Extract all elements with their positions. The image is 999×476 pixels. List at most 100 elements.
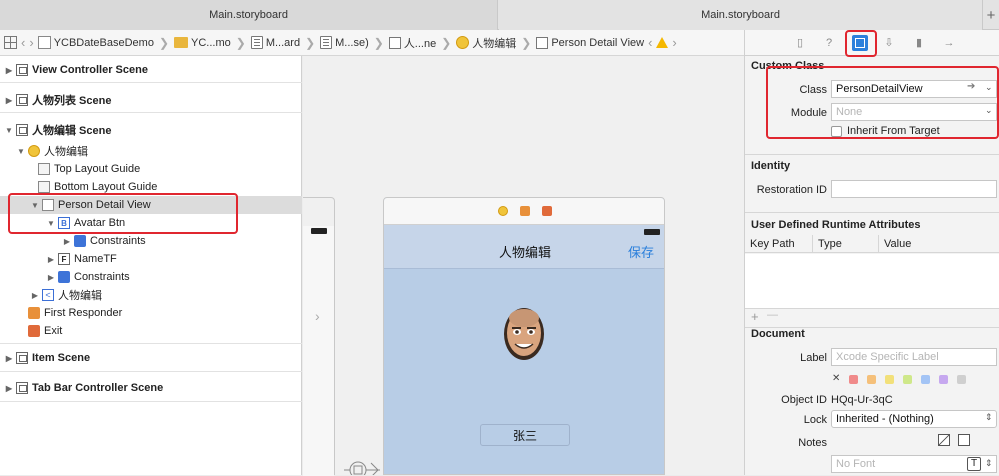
document-header: Document [751,328,805,340]
disclosure-triangle-icon[interactable]: ▶ [46,273,56,282]
scene-icon [16,352,28,364]
label-color-swatch[interactable] [921,375,930,384]
notes-font-placeholder: No Font [836,458,876,470]
outline-row-constraints[interactable]: ▶ Constraints [0,268,302,286]
disclosure-triangle-icon[interactable]: ▼ [4,126,14,135]
connections-inspector-icon[interactable]: → [942,36,956,50]
breadcrumb-person-detail-view[interactable]: Person Detail View [536,36,644,49]
name-text-field[interactable]: 张三 [480,424,570,446]
previous-scene-frame[interactable]: › [303,197,335,476]
disclosure-triangle-icon[interactable]: ▶ [4,354,14,363]
xcode-label-field[interactable]: Xcode Specific Label [831,348,997,366]
breadcrumb-separator: ❯ [373,35,384,50]
col-key-path[interactable]: Key Path [745,235,813,252]
related-items-grid-icon[interactable] [4,36,17,49]
outline-row-edit-scene[interactable]: ▼ 人物编辑 Scene [0,121,302,139]
outline-row-navigation-item[interactable]: ▶ < 人物编辑 [0,286,302,304]
add-attribute-button[interactable]: + [751,309,759,324]
col-type[interactable]: Type [813,235,879,252]
folder-icon [174,37,189,48]
forward-arrow-icon[interactable]: › [29,35,33,50]
outline-row-item-scene[interactable]: ▶ Item Scene [0,349,302,367]
view-controller-icon [456,36,470,49]
runtime-attributes-table[interactable] [745,254,999,309]
restoration-id-field[interactable] [831,180,997,198]
outline-row-label: First Responder [44,307,123,319]
issue-forward-arrow-icon[interactable]: › [672,35,676,50]
quick-help-icon[interactable]: ? [822,36,836,50]
layout-guide-icon [38,181,50,193]
breadcrumb-scene[interactable]: 人...ne [388,35,436,51]
label-color-swatch[interactable] [885,375,894,384]
issue-back-arrow-icon[interactable]: ‹ [648,35,652,50]
outline-row-edit-controller[interactable]: ▼ 人物编辑 [0,142,302,160]
breadcrumb-storyboard-base[interactable]: M...se) [320,36,369,49]
breadcrumb-view-controller[interactable]: 人物编辑 [456,35,516,51]
font-picker-icon[interactable]: T [967,457,981,471]
tab-main-storyboard-2[interactable]: Main.storyboard [499,0,983,30]
notes-color-icon[interactable] [938,434,950,446]
navigation-bar: 人物编辑 保存 [384,225,664,269]
outline-row-avatar-constraints[interactable]: ▶ Constraints [0,232,302,250]
breadcrumb-storyboard-label: M...ard [265,36,301,49]
layout-guide-icon [38,163,50,175]
segue-arrow-icon[interactable] [344,458,384,475]
jump-bar: ‹ › YCBDateBaseDemo ❯ YC...mo ❯ M...ard … [0,30,744,56]
outline-row-nametf[interactable]: ▶ F NameTF [0,250,302,268]
outline-row-top-layout-guide[interactable]: Top Layout Guide [0,160,302,178]
warning-icon[interactable] [656,37,669,48]
outline-row-view-controller-scene[interactable]: ▶ View Controller Scene [0,61,302,79]
breadcrumb-storyboard[interactable]: M...ard [250,36,301,49]
first-responder-icon[interactable] [520,206,530,216]
outline-row-label: NameTF [74,253,117,265]
person-edit-scene-frame[interactable]: 人物编辑 保存 张三 [383,197,665,475]
label-color-swatch[interactable] [957,375,966,384]
disclosure-triangle-icon[interactable]: ▶ [4,384,14,393]
attributes-inspector-icon[interactable]: ⇩ [882,36,896,50]
exit-icon [28,325,40,337]
view-controller-icon[interactable] [498,206,508,216]
outline-row-label: 人物编辑 Scene [32,125,112,137]
save-button[interactable]: 保存 [628,242,654,261]
disclosure-triangle-icon[interactable]: ▶ [4,96,14,105]
outline-row-tab-bar-scene[interactable]: ▶ Tab Bar Controller Scene [0,379,302,397]
breadcrumb-project[interactable]: YCBDateBaseDemo [37,36,154,49]
scene-icon [16,382,28,394]
clear-label-color-icon[interactable]: ✕ [832,373,840,384]
battery-icon [311,228,327,234]
divider [745,154,999,155]
previous-scene-content [303,226,334,476]
divider [0,343,302,344]
label-color-swatch[interactable] [867,375,876,384]
breadcrumb-folder-label: YC...mo [191,36,231,49]
outline-row-list-scene[interactable]: ▶ 人物列表 Scene [0,91,302,109]
file-inspector-icon[interactable]: ▯ [793,36,807,50]
notes-text-color-icon[interactable] [958,434,970,446]
label-color-swatch[interactable] [939,375,948,384]
disclosure-triangle-icon[interactable]: ▼ [16,147,26,156]
outline-row-label: Item Scene [32,352,91,364]
remove-attribute-button[interactable]: — [767,309,778,321]
navigation-item-icon: < [42,289,54,301]
disclosure-triangle-icon[interactable]: ▶ [46,255,56,264]
lock-value: Inherited - (Nothing) [836,413,934,425]
storyboard-icon [320,36,333,49]
outline-row-first-responder[interactable]: First Responder [0,304,302,322]
label-color-swatch[interactable] [903,375,912,384]
add-tab-button[interactable]: + [983,0,999,30]
outline-row-exit[interactable]: Exit [0,322,302,340]
disclosure-triangle-icon[interactable]: ▶ [4,66,14,75]
lock-select[interactable]: Inherited - (Nothing) [831,410,997,428]
breadcrumb-separator: ❯ [305,35,316,50]
disclosure-triangle-icon[interactable]: ▶ [30,291,40,300]
col-value[interactable]: Value [879,235,999,252]
label-color-swatch[interactable] [849,375,858,384]
avatar-button[interactable] [501,306,547,362]
size-inspector-icon[interactable]: ▮ [912,36,926,50]
disclosure-triangle-icon[interactable]: ▶ [62,237,72,246]
identity-inspector: ▯ ? ⇩ ▮ → Custom Class Class PersonDetai… [744,30,999,475]
exit-icon[interactable] [542,206,552,216]
back-arrow-icon[interactable]: ‹ [21,35,25,50]
breadcrumb-folder[interactable]: YC...mo [174,37,231,49]
tab-main-storyboard-1[interactable]: Main.storyboard [0,0,498,30]
